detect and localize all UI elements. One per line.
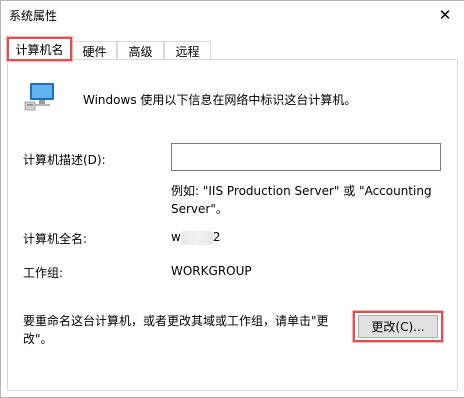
full-name-prefix: w: [171, 230, 181, 244]
rename-instruction-line2: 改"。: [23, 332, 53, 346]
title-bar: 系统属性 ✕: [1, 1, 464, 31]
window-title: 系统属性: [9, 9, 58, 23]
tab-label: 远程: [175, 45, 200, 59]
redacted-mask: [180, 230, 213, 245]
tab-computer-name[interactable]: 计算机名: [7, 37, 72, 61]
full-name-suffix: 2: [212, 230, 221, 244]
close-icon[interactable]: ✕: [431, 2, 459, 28]
workgroup-value: WORKGROUP: [171, 264, 252, 278]
tab-hardware[interactable]: 硬件: [72, 41, 117, 61]
tab-label: 硬件: [82, 45, 107, 59]
change-button-highlight: 更改(C)...: [353, 311, 443, 342]
workgroup-label: 工作组:: [23, 266, 64, 280]
computer-description-input[interactable]: [171, 143, 441, 171]
description-label: 计算机描述(D):: [23, 153, 106, 167]
tab-remote[interactable]: 远程: [164, 41, 211, 61]
tab-advanced[interactable]: 高级: [117, 41, 164, 61]
system-properties-window: 系统属性 ✕ 计算机名 硬件 高级 远程 Windows 使用以下信息在网络中标…: [0, 0, 464, 398]
change-button[interactable]: 更改(C)...: [358, 315, 438, 338]
tab-label: 高级: [128, 45, 153, 59]
example-text-line1: 例如: "IIS Production Server" 或 "Accountin…: [171, 184, 432, 198]
rename-instruction-line1: 要重命名这台计算机，或者更改其域或工作组，请单击"更: [23, 314, 329, 328]
intro-text: Windows 使用以下信息在网络中标识这台计算机。: [83, 93, 357, 107]
computer-icon: [24, 81, 58, 113]
tab-label: 计算机名: [15, 42, 64, 57]
full-name-label: 计算机全名:: [23, 232, 88, 246]
full-name-value: w2: [171, 230, 220, 245]
example-text-line2: Server"。: [171, 202, 228, 216]
